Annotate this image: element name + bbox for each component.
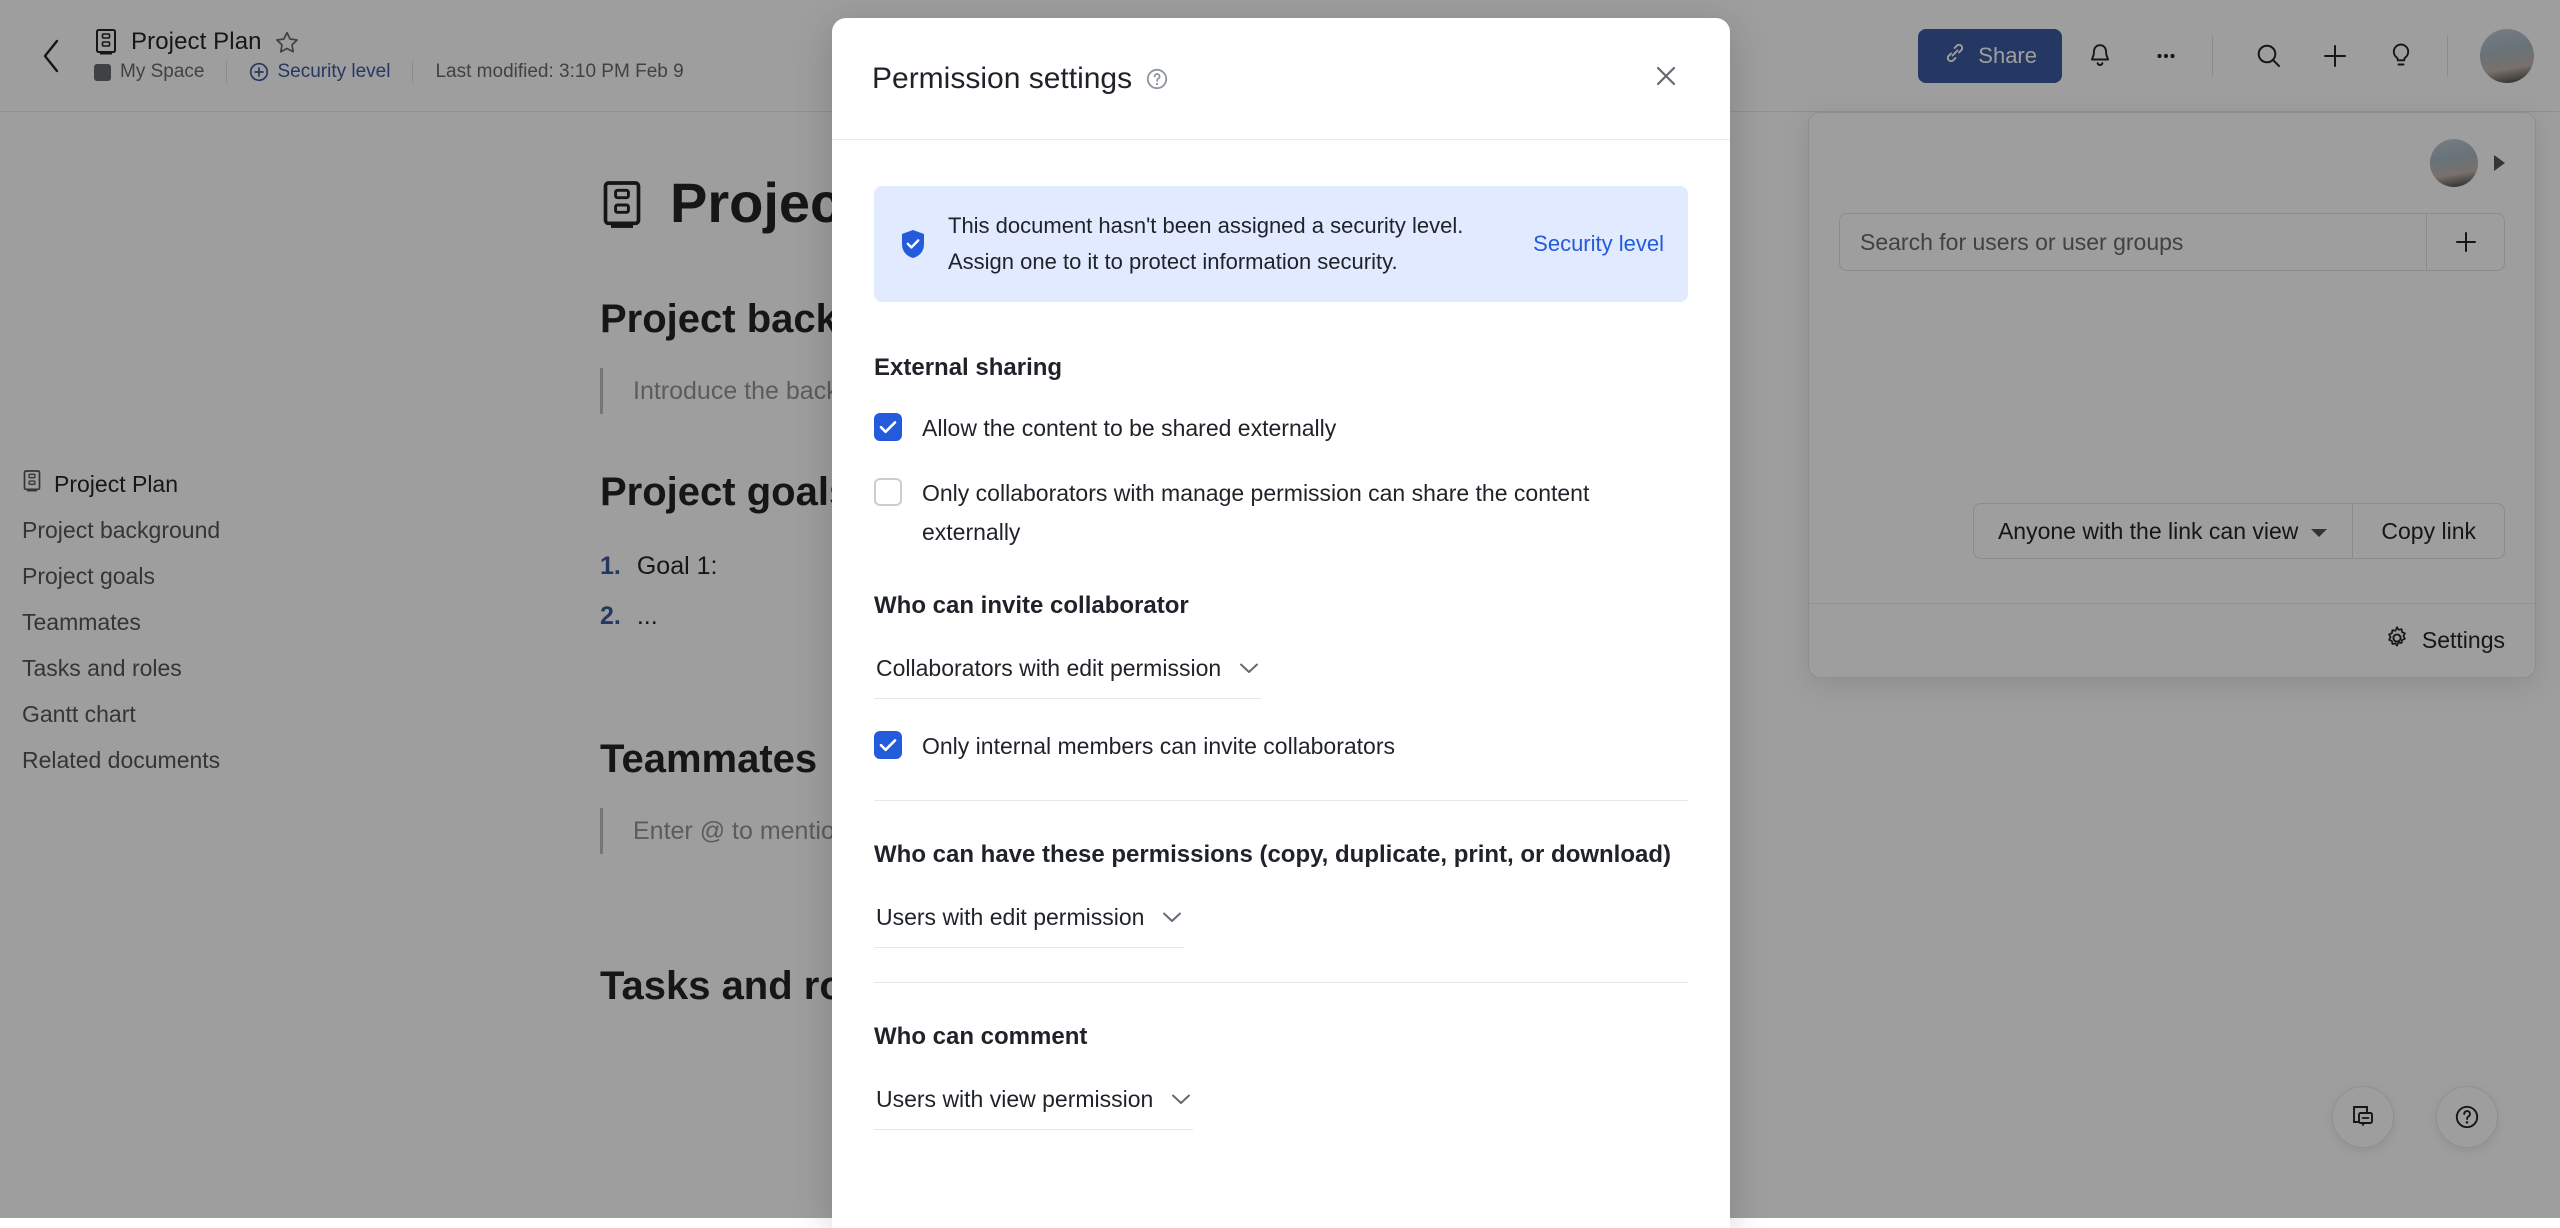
chevron-down-icon bbox=[1162, 911, 1182, 924]
section-copy-permissions: Who can have these permissions (copy, du… bbox=[874, 835, 1688, 948]
checkbox-manage-permission-only[interactable]: Only collaborators with manage permissio… bbox=[874, 474, 1688, 552]
chevron-down-icon bbox=[1239, 662, 1259, 675]
checkbox-allow-external-share[interactable]: Allow the content to be shared externall… bbox=[874, 409, 1688, 448]
checkbox-icon[interactable] bbox=[874, 478, 902, 506]
close-icon bbox=[1653, 63, 1679, 94]
shield-check-icon bbox=[898, 228, 928, 260]
question-circle-icon[interactable] bbox=[1144, 66, 1170, 92]
select-value: Users with view permission bbox=[876, 1086, 1153, 1113]
select-value: Users with edit permission bbox=[876, 904, 1144, 931]
checkbox-internal-members-only[interactable]: Only internal members can invite collabo… bbox=[874, 727, 1688, 766]
section-title: Who can have these permissions (copy, du… bbox=[874, 835, 1688, 874]
dialog-body: This document hasn't been assigned a sec… bbox=[832, 140, 1730, 1130]
permission-settings-dialog: Permission settings This document hasn't… bbox=[832, 18, 1730, 1228]
comment-permission-select[interactable]: Users with view permission bbox=[874, 1078, 1193, 1130]
section-title: Who can invite collaborator bbox=[874, 586, 1688, 625]
section-divider bbox=[874, 800, 1688, 801]
checkbox-label: Only internal members can invite collabo… bbox=[922, 727, 1395, 766]
section-title: Who can comment bbox=[874, 1017, 1688, 1056]
close-button[interactable] bbox=[1642, 55, 1690, 103]
banner-message: This document hasn't been assigned a sec… bbox=[948, 208, 1513, 280]
checkbox-icon[interactable] bbox=[874, 413, 902, 441]
invite-permission-select[interactable]: Collaborators with edit permission bbox=[874, 647, 1261, 699]
checkbox-icon[interactable] bbox=[874, 731, 902, 759]
section-who-can-comment: Who can comment Users with view permissi… bbox=[874, 1017, 1688, 1130]
section-title: External sharing bbox=[874, 348, 1688, 387]
section-divider-2 bbox=[874, 982, 1688, 983]
checkbox-label: Only collaborators with manage permissio… bbox=[922, 474, 1688, 552]
section-external-sharing: External sharing Allow the content to be… bbox=[874, 348, 1688, 552]
banner-security-level-link[interactable]: Security level bbox=[1533, 231, 1664, 257]
security-level-banner: This document hasn't been assigned a sec… bbox=[874, 186, 1688, 302]
copy-permission-select[interactable]: Users with edit permission bbox=[874, 896, 1184, 948]
chevron-down-icon bbox=[1171, 1093, 1191, 1106]
dialog-title: Permission settings bbox=[872, 62, 1132, 96]
section-who-can-invite: Who can invite collaborator Collaborator… bbox=[874, 586, 1688, 766]
checkbox-label: Allow the content to be shared externall… bbox=[922, 409, 1336, 448]
select-value: Collaborators with edit permission bbox=[876, 655, 1221, 682]
dialog-header: Permission settings bbox=[832, 18, 1730, 140]
